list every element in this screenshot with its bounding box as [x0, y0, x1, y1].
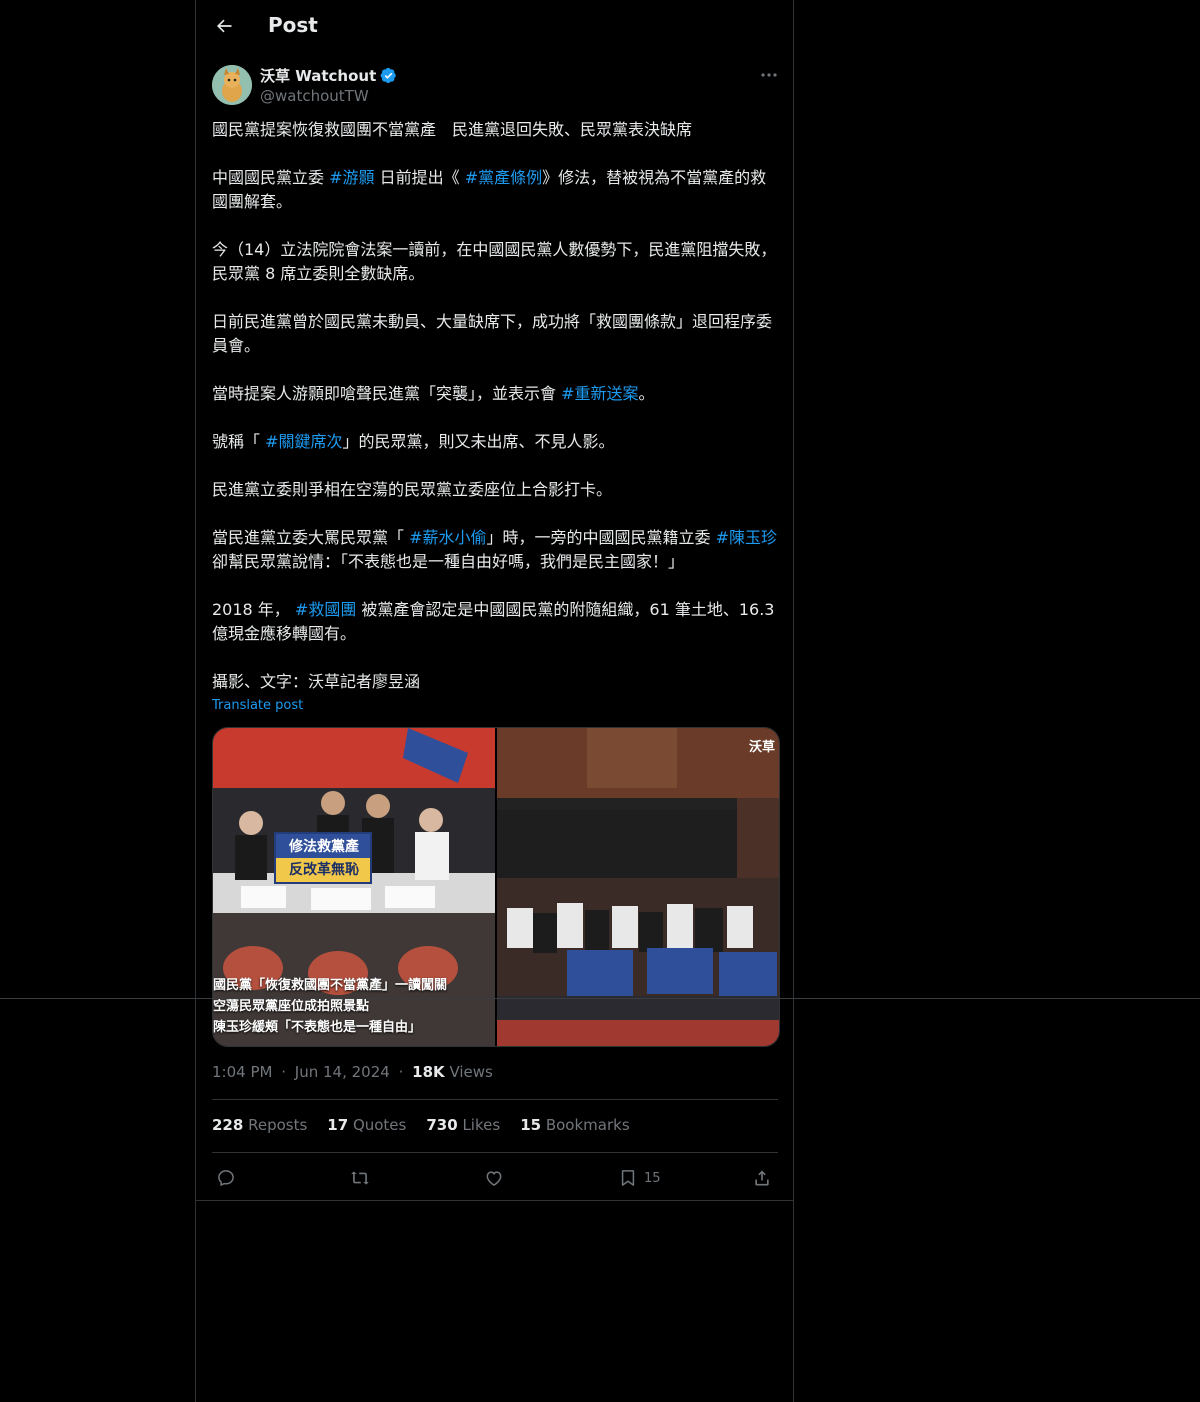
bookmarks-label: Bookmarks	[545, 1116, 630, 1134]
post-text-segment: 」時，一旁的中國國民黨籍立委	[486, 528, 716, 547]
post-paragraph: 國民黨提案恢復救國團不當黨產 民進黨退回失敗、民眾黨表決缺席	[212, 118, 782, 142]
post-text-segment: 號稱「	[212, 432, 266, 451]
translate-post-link[interactable]: Translate post	[212, 698, 303, 713]
bookmark-button[interactable]: 15	[618, 1166, 661, 1190]
meta-separator: ·	[398, 1063, 404, 1081]
share-icon	[755, 1170, 769, 1186]
like-button[interactable]	[484, 1166, 504, 1190]
views-count: 18K	[412, 1063, 445, 1081]
repost-button[interactable]	[350, 1166, 370, 1190]
author-handle[interactable]: @watchoutTW	[260, 87, 369, 105]
caption-line: 國民黨「恢復救國團不當黨產」一讀闖關	[213, 978, 448, 993]
meta-separator: ·	[281, 1063, 287, 1081]
arrow-left-icon	[217, 19, 232, 33]
overlay-line	[0, 998, 1200, 999]
post-date[interactable]: Jun 14, 2024	[295, 1063, 390, 1081]
reposts-label: Reposts	[248, 1116, 308, 1134]
post-text: 國民黨提案恢復救國團不當黨產 民進黨退回失敗、民眾黨表決缺席 中國國民黨立委 #游…	[212, 118, 782, 694]
likes-label: Likes	[462, 1116, 501, 1134]
post-stats: 228 Reposts 17 Quotes 730 Likes 15 Bookm…	[212, 1116, 630, 1134]
bookmark-count: 15	[644, 1170, 661, 1186]
more-options-button[interactable]	[758, 66, 780, 84]
likes-stat[interactable]: 730 Likes	[426, 1116, 500, 1134]
post-time[interactable]: 1:04 PM	[212, 1063, 272, 1081]
post-paragraph: 2018 年， #救國團 被黨產會認定是中國國民黨的附隨組織，61 筆土地、16…	[212, 598, 782, 646]
post-bottom-border	[196, 1200, 793, 1201]
hashtag-link[interactable]: #陳玉珍	[716, 528, 777, 547]
post-column: Post 沃草 Watchout @watchoutTW 國民黨提案恢復救國團不…	[195, 0, 794, 1402]
bookmark-icon	[621, 1170, 635, 1186]
post-paragraph: 當民進黨立委大罵民眾黨「 #薪水小偷」時，一旁的中國國民黨籍立委 #陳玉珍 卻幫…	[212, 526, 782, 574]
reposts-stat[interactable]: 228 Reposts	[212, 1116, 307, 1134]
quotes-label: Quotes	[352, 1116, 407, 1134]
post-paragraph: 當時提案人游顥即嗆聲民進黨「突襲」，並表示會 #重新送案。	[212, 382, 782, 406]
divider	[212, 1152, 778, 1153]
more-dots-icon	[761, 73, 777, 77]
hashtag-link[interactable]: #游顥	[329, 168, 374, 187]
post-paragraph: 日前民進黨曾於國民黨未動員、大量缺席下，成功將「救國團條款」退回程序委員會。	[212, 310, 782, 358]
post-text-segment: 今（14）立法院院會法案一讀前，在中國國民黨人數優勢下，民進黨阻擋失敗，民眾黨 …	[212, 240, 777, 283]
post-text-segment: 。	[638, 384, 655, 403]
photo-1-sign-top: 修法救黨產	[289, 839, 359, 855]
post-text-segment: 民進黨立委則爭相在空蕩的民眾黨立委座位上合影打卡。	[212, 480, 613, 499]
hashtag-link[interactable]: #救國團	[295, 600, 356, 619]
post-text-segment: 2018 年，	[212, 600, 295, 619]
divider	[212, 1099, 778, 1100]
bookmarks-count: 15	[520, 1116, 542, 1134]
post-text-segment: 日前民進黨曾於國民黨未動員、大量缺席下，成功將「救國團條款」退回程序委員會。	[212, 312, 773, 355]
post-paragraph: 民進黨立委則爭相在空蕩的民眾黨立委座位上合影打卡。	[212, 478, 782, 502]
hashtag-link[interactable]: #重新送案	[561, 384, 638, 403]
post-text-segment: 當時提案人游顥即嗆聲民進黨「突襲」，並表示會	[212, 384, 562, 403]
photo-1-sign-bottom: 反改革無恥	[289, 862, 359, 878]
caption-line: 空蕩民眾黨座位成拍照景點	[213, 999, 370, 1014]
post-text-segment: 國民黨提案恢復救國團不當黨產 民進黨退回失敗、民眾黨表決缺席	[212, 120, 693, 139]
post-paragraph: 今（14）立法院院會法案一讀前，在中國國民黨人數優勢下，民進黨阻擋失敗，民眾黨 …	[212, 238, 782, 286]
reposts-count: 228	[212, 1116, 244, 1134]
hashtag-link[interactable]: #薪水小偷	[409, 528, 486, 547]
hashtag-link[interactable]: #關鍵席次	[265, 432, 342, 451]
post-meta: 1:04 PM · Jun 14, 2024 · 18K Views	[212, 1063, 493, 1081]
bookmarks-stat[interactable]: 15 Bookmarks	[520, 1116, 629, 1134]
author-name[interactable]: 沃草 Watchout	[260, 65, 376, 86]
post-text-segment: 日前提出《	[374, 168, 465, 187]
post-paragraph: 中國國民黨立委 #游顥 日前提出《 #黨產條例》修法，替被視為不當黨產的救國團解…	[212, 166, 782, 214]
views-label: Views	[449, 1063, 493, 1081]
likes-count: 730	[426, 1116, 458, 1134]
share-button[interactable]	[752, 1166, 772, 1190]
page-title: Post	[268, 13, 318, 37]
verified-badge-icon	[380, 67, 397, 84]
hashtag-link[interactable]: #黨產條例	[465, 168, 542, 187]
repost-icon	[351, 1171, 369, 1185]
reply-button[interactable]	[216, 1166, 236, 1190]
post-paragraph: 號稱「 #關鍵席次」的民眾黨，則又未出席、不見人影。	[212, 430, 782, 454]
avatar-image	[212, 65, 252, 105]
reply-icon	[218, 1170, 234, 1186]
post-text-segment: 當民進黨立委大罵民眾黨「	[212, 528, 410, 547]
post-media: 修法救黨產 反改革無恥 國民黨「恢復救國團不當黨產」一讀闖關 空蕩民眾黨座位成拍…	[212, 727, 780, 1047]
post-text-segment: 中國國民黨立委	[212, 168, 330, 187]
top-bar: Post	[196, 0, 793, 54]
author-name-row[interactable]: 沃草 Watchout	[260, 65, 397, 86]
post-text-segment: 攝影、文字：沃草記者廖昱涵	[212, 672, 421, 691]
quotes-count: 17	[327, 1116, 349, 1134]
photo-1-caption: 國民黨「恢復救國團不當黨產」一讀闖關 空蕩民眾黨座位成拍照景點 陳玉珍緩頰「不表…	[213, 975, 447, 1038]
quotes-stat[interactable]: 17 Quotes	[327, 1116, 406, 1134]
back-button[interactable]	[212, 14, 236, 38]
heart-icon	[486, 1171, 502, 1186]
post-paragraph: 攝影、文字：沃草記者廖昱涵	[212, 670, 782, 694]
action-bar: 15	[212, 1162, 778, 1194]
avatar[interactable]	[212, 65, 252, 105]
photo-2-watermark: 沃草	[748, 740, 775, 755]
post-text-segment: 」的民眾黨，則又未出席、不見人影。	[342, 432, 615, 451]
caption-line: 陳玉珍緩頰「不表態也是一種自由」	[213, 1020, 422, 1035]
